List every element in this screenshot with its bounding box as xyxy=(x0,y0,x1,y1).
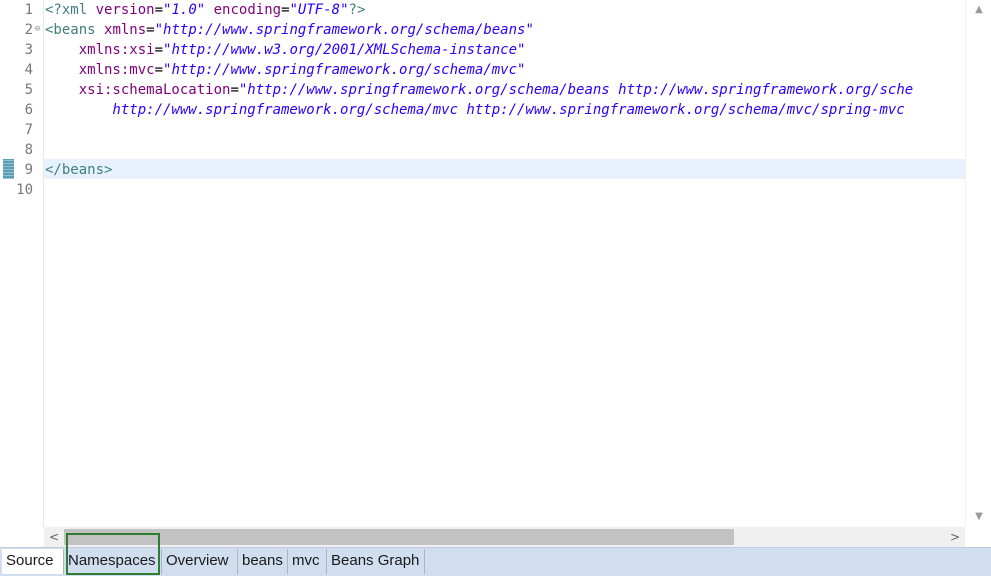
code-token: = xyxy=(154,62,164,78)
line-number: 5 xyxy=(24,82,33,98)
code-token: encoding xyxy=(213,2,282,18)
tab-mvc[interactable]: mvc xyxy=(288,549,327,574)
current-line-marker xyxy=(3,159,14,179)
code-token: = xyxy=(230,82,239,98)
line-number: 1 xyxy=(24,2,33,18)
line-number: 10 xyxy=(16,182,33,198)
code-token: version xyxy=(95,2,155,18)
current-line-highlight xyxy=(44,159,965,179)
horizontal-scroll-thumb[interactable] xyxy=(64,529,734,545)
scroll-right-arrow-icon[interactable]: > xyxy=(945,527,965,547)
overview-ruler xyxy=(0,0,14,527)
gutter-separator xyxy=(43,0,44,527)
code-token: http://www.springframework.org/schema/mv… xyxy=(45,102,905,118)
code-token: = xyxy=(154,42,164,58)
code-token: </beans> xyxy=(45,162,113,178)
line-number: 4 xyxy=(24,62,33,78)
code-token: = xyxy=(281,2,290,18)
line-number: 7 xyxy=(24,122,33,138)
code-token: xsi:schemaLocation xyxy=(78,82,231,98)
code-line[interactable]: xmlns:xsi="http://www.w3.org/2001/XMLSch… xyxy=(45,40,526,60)
tab-overview[interactable]: Overview xyxy=(162,549,238,574)
code-token: "http://www.springframework.org/schema/m… xyxy=(163,62,526,78)
line-number: 3 xyxy=(24,42,33,58)
tab-source[interactable]: Source xyxy=(2,549,64,574)
fold-minus-icon[interactable]: ⊖ xyxy=(33,19,42,39)
line-number: 8 xyxy=(24,142,33,158)
code-token: "UTF-8" xyxy=(289,2,349,18)
code-line[interactable]: <beans xmlns="http://www.springframework… xyxy=(45,20,534,40)
code-line[interactable]: <?xml version="1.0" encoding="UTF-8"?> xyxy=(45,0,365,20)
code-token: ?> xyxy=(348,2,366,18)
code-line[interactable]: </beans> xyxy=(45,160,112,180)
xml-editor[interactable]: 1 2 3 4 5 6 7 8 9 10 <?xml version="1.0" encoding… xyxy=(0,0,965,527)
scroll-left-arrow-icon[interactable]: < xyxy=(44,527,64,547)
vertical-scrollbar[interactable]: ▲ ▼ xyxy=(965,0,991,527)
scroll-up-arrow-icon[interactable]: ▲ xyxy=(966,0,991,20)
editor-page-tabs: Source Namespaces Overview beans mvc Bea… xyxy=(0,533,991,576)
code-token: xmlns:xsi xyxy=(78,42,155,58)
code-token: <?xml xyxy=(45,2,96,18)
line-number: 2 xyxy=(24,22,33,38)
code-token: "http://www.springframework.org/schema/b… xyxy=(154,22,534,38)
scrollbar-gutter-spacer xyxy=(0,527,44,547)
code-line[interactable]: xsi:schemaLocation="http://www.springfra… xyxy=(45,80,913,100)
horizontal-scrollbar[interactable]: < > xyxy=(44,527,965,547)
tab-namespaces[interactable]: Namespaces xyxy=(64,549,162,574)
code-token: <beans xyxy=(45,22,105,38)
line-number: 9 xyxy=(24,162,33,178)
code-token: "http://www.w3.org/2001/XMLSchema-instan… xyxy=(163,42,526,58)
scrollbar-corner xyxy=(965,527,991,547)
code-token: "http://www.springframework.org/schema/b… xyxy=(238,82,914,98)
line-number: 6 xyxy=(24,102,33,118)
code-line[interactable]: http://www.springframework.org/schema/mv… xyxy=(45,100,905,120)
code-token: = xyxy=(146,22,155,38)
code-token: xmlns:mvc xyxy=(78,62,155,78)
code-token: xmlns xyxy=(104,22,147,38)
code-line[interactable]: xmlns:mvc="http://www.springframework.or… xyxy=(45,60,526,80)
code-token: "1.0" xyxy=(163,2,206,18)
tab-beans[interactable]: beans xyxy=(238,549,288,574)
tab-beans-graph[interactable]: Beans Graph xyxy=(327,549,425,574)
scroll-down-arrow-icon[interactable]: ▼ xyxy=(966,507,991,527)
code-token: = xyxy=(154,2,164,18)
